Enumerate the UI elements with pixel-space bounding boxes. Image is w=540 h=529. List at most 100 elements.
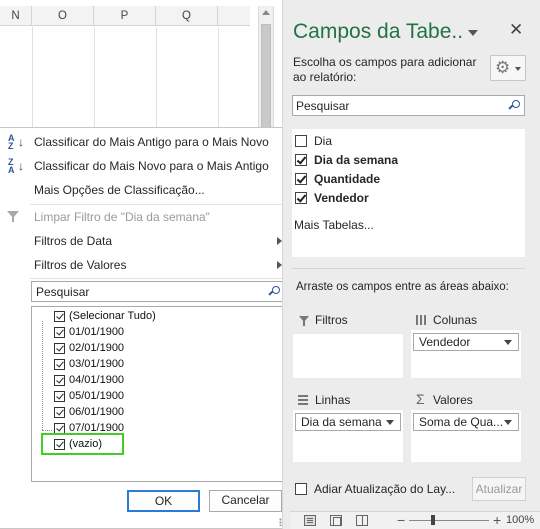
checkbox-checked[interactable]: [54, 359, 65, 370]
column-header-row: N O P Q: [0, 6, 250, 26]
page-layout-view-icon[interactable]: [330, 515, 342, 526]
pane-divider: [292, 268, 525, 269]
chevron-down-icon[interactable]: [386, 420, 394, 425]
grid-line: [218, 27, 219, 127]
rows-drop-area[interactable]: Dia da semana: [293, 410, 403, 462]
columns-drop-area[interactable]: Vendedor: [411, 330, 521, 378]
filter-dropdown: A Z ↓ Classificar do Mais Antigo para o Ma…: [0, 127, 290, 529]
filters-area-label: Filtros: [315, 313, 348, 327]
field-search-placeholder: Pesquisar: [296, 99, 350, 113]
list-item-label: (Selecionar Tudo): [69, 310, 156, 322]
field-checkbox[interactable]: [295, 135, 307, 147]
field-label: Quantidade: [314, 172, 381, 186]
normal-view-icon[interactable]: [304, 515, 316, 526]
update-button[interactable]: Atualizar: [472, 477, 526, 501]
checkbox-checked[interactable]: [54, 407, 65, 418]
field-checkbox[interactable]: [295, 192, 307, 204]
list-item[interactable]: 04/01/1900: [32, 373, 282, 389]
list-item[interactable]: 03/01/1900: [32, 357, 282, 373]
value-filters-label: Filtros de Valores: [34, 258, 127, 272]
search-icon[interactable]: [268, 286, 281, 298]
values-drop-area[interactable]: Soma de Qua...: [411, 410, 521, 462]
field-item-vendedor[interactable]: Vendedor: [295, 189, 515, 207]
column-header-n[interactable]: N: [0, 6, 32, 26]
values-field-label: Soma de Qua...: [419, 415, 504, 429]
chevron-down-icon: [515, 67, 521, 71]
filter-value-list[interactable]: (Selecionar Tudo) 01/01/1900 02/01/1900 …: [31, 306, 285, 482]
value-filters-submenu[interactable]: Filtros de Valores: [0, 253, 290, 277]
cell-grid[interactable]: [0, 27, 250, 127]
more-sort-options[interactable]: Mais Opções de Classificação...: [0, 178, 290, 202]
page-break-view-icon[interactable]: [356, 515, 368, 526]
checkbox-checked[interactable]: [54, 375, 65, 386]
search-icon[interactable]: [508, 100, 521, 112]
sort-newest-to-oldest[interactable]: Z A ↓ Classificar do Mais Novo para o Mais…: [0, 154, 290, 178]
chevron-down-icon[interactable]: [504, 420, 512, 425]
checkbox-checked[interactable]: [54, 343, 65, 354]
sort-newest-label: Classificar do Mais Novo para o Mais Ant…: [34, 159, 269, 173]
gear-icon: ⚙: [495, 58, 511, 77]
list-item-label: 01/01/1900: [69, 326, 125, 338]
defer-update-label: Adiar Atualização do Lay...: [314, 482, 456, 496]
more-sort-label: Mais Opções de Classificação...: [34, 183, 205, 197]
pivot-field-list-pane: Campos da Tabe.. ✕ Escolha os campos par…: [282, 0, 540, 529]
sort-ascending-icon: A Z ↓: [8, 133, 24, 151]
grid-line: [156, 27, 157, 127]
more-tables-link[interactable]: Mais Tabelas...: [294, 218, 374, 232]
choose-fields-text: Escolha os campos para adicionar ao rela…: [293, 55, 477, 84]
list-item[interactable]: 01/01/1900: [32, 325, 282, 341]
zoom-level[interactable]: 100%: [506, 514, 534, 526]
column-header-p[interactable]: P: [94, 6, 156, 26]
checkbox-checked[interactable]: [54, 391, 65, 402]
close-icon[interactable]: ✕: [509, 21, 523, 39]
list-item[interactable]: 05/01/1900: [32, 389, 282, 405]
field-label: Dia da semana: [314, 153, 399, 167]
tools-button[interactable]: ⚙: [490, 55, 526, 81]
defer-update-checkbox[interactable]: [295, 483, 307, 495]
columns-icon: [416, 315, 426, 325]
sort-descending-icon: Z A ↓: [8, 157, 24, 175]
pane-options-dropdown-icon[interactable]: [468, 30, 478, 36]
list-item-select-all[interactable]: (Selecionar Tudo): [32, 309, 282, 325]
zoom-out-icon[interactable]: −: [397, 513, 405, 527]
zoom-slider-thumb[interactable]: [431, 515, 435, 525]
field-checkbox[interactable]: [295, 173, 307, 185]
chevron-down-icon[interactable]: [504, 340, 512, 345]
filter-icon: [299, 316, 309, 326]
date-filters-submenu[interactable]: Filtros de Data: [0, 229, 290, 253]
checkbox-checked[interactable]: [54, 327, 65, 338]
clear-filter[interactable]: Limpar Filtro de "Dia da semana": [0, 205, 290, 229]
list-item[interactable]: 02/01/1900: [32, 341, 282, 357]
rows-field-dia-da-semana[interactable]: Dia da semana: [295, 413, 401, 431]
date-filters-label: Filtros de Data: [34, 234, 113, 248]
rows-area-label: Linhas: [315, 393, 351, 407]
pane-title: Campos da Tabe..: [293, 20, 464, 43]
values-area-label: Valores: [433, 393, 473, 407]
values-field-soma-de-quantidade[interactable]: Soma de Qua...: [413, 413, 519, 431]
zoom-in-icon[interactable]: +: [493, 513, 501, 527]
rows-field-label: Dia da semana: [301, 415, 382, 429]
checkbox-checked[interactable]: [54, 311, 65, 322]
filter-search-placeholder: Pesquisar: [36, 285, 90, 299]
column-header-q[interactable]: Q: [156, 6, 218, 26]
scroll-up-icon[interactable]: [262, 10, 270, 15]
field-label: Vendedor: [314, 191, 369, 205]
cancel-button[interactable]: Cancelar: [209, 490, 282, 512]
zoom-slider-track[interactable]: [409, 520, 489, 521]
list-item[interactable]: 06/01/1900: [32, 405, 282, 421]
field-item-dia-da-semana[interactable]: Dia da semana: [295, 151, 515, 169]
field-item-dia[interactable]: Dia: [295, 132, 515, 150]
sort-oldest-to-newest[interactable]: A Z ↓ Classificar do Mais Antigo para o Ma…: [0, 130, 290, 154]
filter-search-input[interactable]: Pesquisar: [31, 281, 285, 302]
filters-drop-area[interactable]: [293, 334, 403, 378]
columns-area-label: Colunas: [433, 313, 478, 327]
list-item-label: 03/01/1900: [69, 358, 125, 370]
field-checkbox[interactable]: [295, 154, 307, 166]
columns-field-vendedor[interactable]: Vendedor: [413, 333, 519, 351]
ok-button[interactable]: OK: [127, 490, 200, 512]
column-header-o[interactable]: O: [32, 6, 94, 26]
list-item-label: 02/01/1900: [69, 342, 125, 354]
field-item-quantidade[interactable]: Quantidade: [295, 170, 515, 188]
field-search-input[interactable]: Pesquisar: [292, 95, 525, 116]
grid-line: [94, 27, 95, 127]
